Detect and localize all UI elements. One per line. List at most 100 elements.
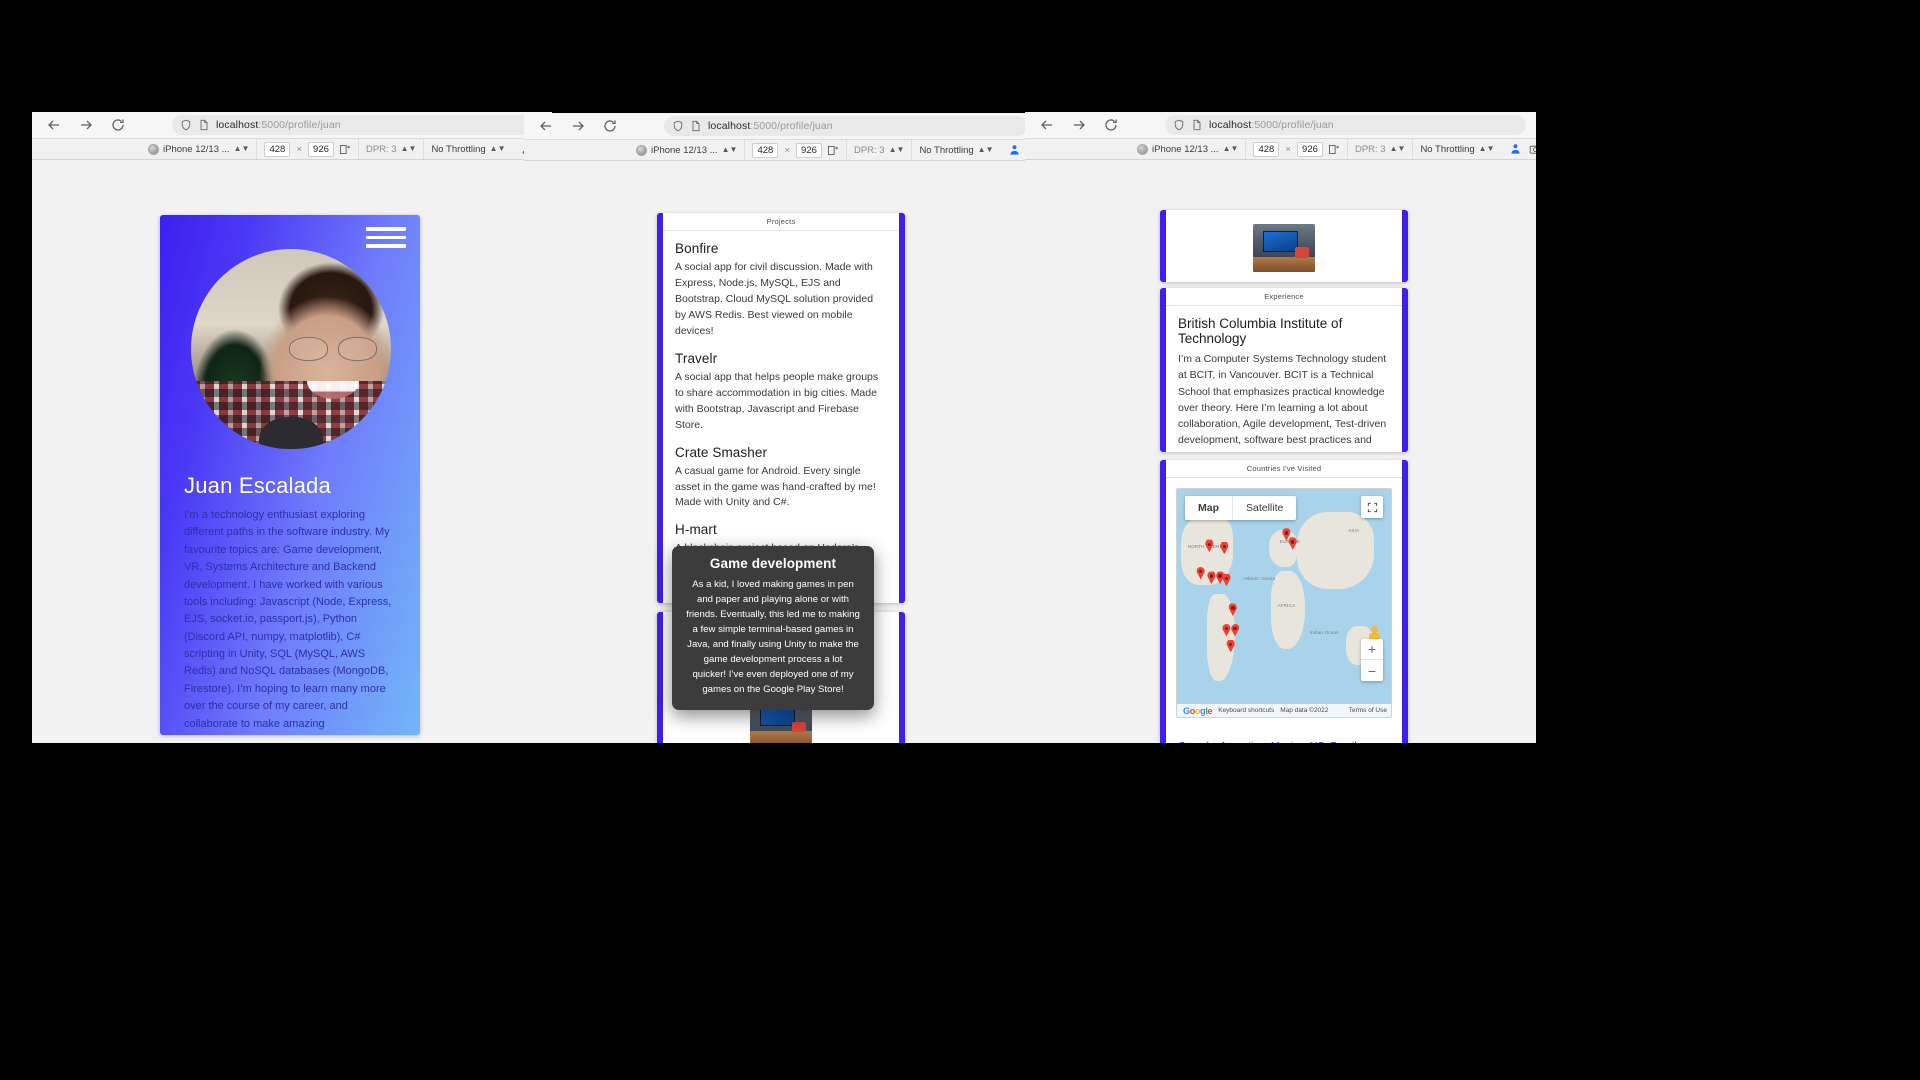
browser-window-1[interactable]: localhost:5000/profile/juan iPhone 12/13… xyxy=(32,112,552,743)
rotate-icon[interactable] xyxy=(1327,143,1340,156)
device-avatar-icon xyxy=(636,145,647,156)
device-throttling-3[interactable]: No Throttling ▲▼ xyxy=(1413,139,1501,159)
browser-window-2[interactable]: localhost:5000/profile/juan iPhone 12/13… xyxy=(524,113,1037,743)
reload-icon[interactable] xyxy=(1103,117,1119,133)
device-sensors-3[interactable] xyxy=(1502,139,1529,159)
page-icon xyxy=(1191,119,1203,131)
google-map[interactable]: NORTH AMERICA EUROPE ASIA AFRICA Atlanti… xyxy=(1176,488,1392,718)
address-bar-1[interactable]: localhost:5000/profile/juan xyxy=(172,115,542,135)
map-pin[interactable] xyxy=(1226,639,1235,652)
back-icon[interactable] xyxy=(46,117,62,133)
map-zoom-controls[interactable]: + − xyxy=(1361,639,1383,681)
device-select-1[interactable]: iPhone 12/13 ... ▲▼ xyxy=(36,139,257,159)
device-dimensions-3[interactable]: 428 × 926 xyxy=(1246,139,1348,159)
browser-toolbar-2: localhost:5000/profile/juan xyxy=(524,113,1037,139)
device-chevron-icon[interactable]: ▲▼ xyxy=(722,146,738,154)
browser-toolbar-3: localhost:5000/profile/juan xyxy=(1025,112,1536,138)
device-select-2[interactable]: iPhone 12/13 ... ▲▼ xyxy=(528,140,745,160)
browser-window-3[interactable]: localhost:5000/profile/juan iPhone 12/13… xyxy=(1025,112,1536,743)
landmass-asia xyxy=(1297,512,1374,590)
zoom-in-button[interactable]: + xyxy=(1361,639,1383,660)
page-icon xyxy=(690,120,702,132)
device-dimensions-2[interactable]: 428 × 926 xyxy=(745,140,847,160)
dpr-label-1: DPR: 3 xyxy=(366,144,397,155)
tab-satellite[interactable]: Satellite xyxy=(1232,496,1296,520)
device-width-input-1[interactable]: 428 xyxy=(264,142,290,157)
map-pin[interactable] xyxy=(1222,573,1231,586)
map-pin[interactable] xyxy=(1228,603,1237,616)
rotate-icon[interactable] xyxy=(826,144,839,157)
page-viewport-1: Juan Escalada I’m a technology enthusias… xyxy=(32,160,552,743)
experience-title: British Columbia Institute of Technology xyxy=(1178,316,1390,346)
screenshot-icon[interactable] xyxy=(1529,143,1537,156)
project-item[interactable]: Crate Smasher A casual game for Android.… xyxy=(675,445,887,512)
menu-icon[interactable] xyxy=(366,227,406,248)
device-dpr-3[interactable]: DPR: 3 ▲▼ xyxy=(1348,139,1413,159)
project-item[interactable]: Travelr A social app that helps people m… xyxy=(675,351,887,434)
dpr-chevron-icon[interactable]: ▲▼ xyxy=(889,146,905,154)
screen: localhost:5000/profile/juan iPhone 12/13… xyxy=(0,0,1920,1080)
project-title: Travelr xyxy=(675,351,887,366)
project-item[interactable]: Bonfire A social app for civil discussio… xyxy=(675,241,887,340)
device-avatar-icon xyxy=(1137,144,1148,155)
device-height-input-2[interactable]: 926 xyxy=(796,143,822,158)
project-description: A social app that helps people make grou… xyxy=(675,370,887,434)
terms-of-use-link[interactable]: Terms of Use xyxy=(1349,707,1387,714)
tab-map[interactable]: Map xyxy=(1185,496,1232,520)
reload-icon[interactable] xyxy=(110,117,126,133)
device-chevron-icon[interactable]: ▲▼ xyxy=(234,145,250,153)
experience-card: Experience British Columbia Institute of… xyxy=(1160,288,1408,452)
page-icon xyxy=(198,119,210,131)
device-toolbar-3: iPhone 12/13 ... ▲▼ 428 × 926 DPR: 3 ▲▼ … xyxy=(1025,138,1536,160)
back-icon[interactable] xyxy=(1039,117,1055,133)
project-photo[interactable] xyxy=(1253,224,1315,272)
map-pin[interactable] xyxy=(1205,539,1214,552)
device-chevron-icon[interactable]: ▲▼ xyxy=(1223,145,1239,153)
dimension-separator: × xyxy=(294,144,304,155)
device-dpr-1[interactable]: DPR: 3 ▲▼ xyxy=(359,139,424,159)
keyboard-shortcuts-link[interactable]: Keyboard shortcuts xyxy=(1218,707,1274,714)
dimension-separator: × xyxy=(782,145,792,156)
map-pin[interactable] xyxy=(1288,537,1297,550)
device-select-3[interactable]: iPhone 12/13 ... ▲▼ xyxy=(1029,139,1246,159)
device-dimensions-1[interactable]: 428 × 926 xyxy=(257,139,359,159)
throttling-chevron-icon[interactable]: ▲▼ xyxy=(1479,145,1495,153)
device-name-1: iPhone 12/13 ... xyxy=(163,144,230,155)
device-dpr-2[interactable]: DPR: 3 ▲▼ xyxy=(847,140,912,160)
map-label-indian-ocean: Indian Ocean xyxy=(1310,630,1339,635)
device-throttling-2[interactable]: No Throttling ▲▼ xyxy=(912,140,1000,160)
forward-icon[interactable] xyxy=(78,117,94,133)
shield-icon xyxy=(672,120,684,132)
rotate-icon[interactable] xyxy=(338,143,351,156)
device-sensors-2[interactable] xyxy=(1001,140,1028,160)
map-type-tabs[interactable]: Map Satellite xyxy=(1185,496,1296,520)
forward-icon[interactable] xyxy=(570,118,586,134)
sensors-icon[interactable] xyxy=(1008,144,1021,157)
dpr-chevron-icon[interactable]: ▲▼ xyxy=(1390,145,1406,153)
map-pin[interactable] xyxy=(1220,541,1229,554)
reload-icon[interactable] xyxy=(602,118,618,134)
device-height-input-3[interactable]: 926 xyxy=(1297,142,1323,157)
fullscreen-button[interactable] xyxy=(1361,496,1383,518)
dpr-chevron-icon[interactable]: ▲▼ xyxy=(401,145,417,153)
countries-header: Countries I've Visited xyxy=(1166,460,1402,478)
device-height-input-1[interactable]: 926 xyxy=(308,142,334,157)
throttling-chevron-icon[interactable]: ▲▼ xyxy=(490,145,506,153)
browser-toolbar-1: localhost:5000/profile/juan xyxy=(32,112,552,138)
profile-bio: I’m a technology enthusiast exploring di… xyxy=(184,507,396,733)
back-icon[interactable] xyxy=(538,118,554,134)
map-pin[interactable] xyxy=(1231,624,1240,637)
device-width-input-3[interactable]: 428 xyxy=(1253,142,1279,157)
device-width-input-2[interactable]: 428 xyxy=(752,143,778,158)
experience-body: British Columbia Institute of Technology… xyxy=(1166,306,1402,452)
zoom-out-button[interactable]: − xyxy=(1361,660,1383,681)
dimension-separator: × xyxy=(1283,144,1293,155)
address-bar-2[interactable]: localhost:5000/profile/juan xyxy=(664,116,1027,136)
map-pin[interactable] xyxy=(1196,567,1205,580)
address-bar-3[interactable]: localhost:5000/profile/juan xyxy=(1165,115,1526,135)
throttling-chevron-icon[interactable]: ▲▼ xyxy=(978,146,994,154)
photo-card-top xyxy=(1160,210,1408,282)
forward-icon[interactable] xyxy=(1071,117,1087,133)
device-throttling-1[interactable]: No Throttling ▲▼ xyxy=(424,139,512,159)
sensors-icon[interactable] xyxy=(1509,143,1522,156)
